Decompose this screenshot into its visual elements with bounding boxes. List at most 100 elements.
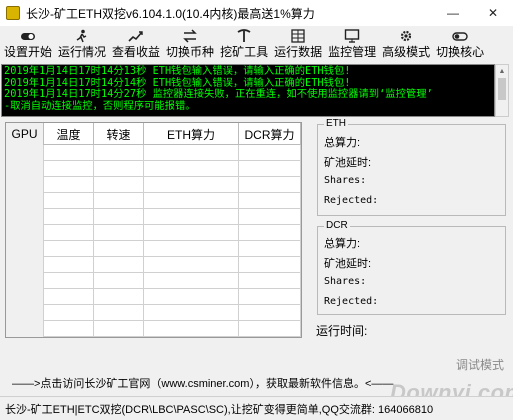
table-cell: [94, 193, 144, 209]
table-cell: [239, 241, 301, 257]
table-cell: [6, 305, 44, 321]
status-bar: 长沙-矿工ETH|ETC双挖(DCR\LBC\PASC\SC),让挖矿变得更简单…: [0, 396, 513, 420]
toolbar-item-run-status[interactable]: 运行情况: [57, 29, 107, 64]
table-cell: [239, 177, 301, 193]
table-cell: [144, 289, 239, 305]
table-cell: [94, 273, 144, 289]
scrollbar-thumb[interactable]: [498, 78, 506, 100]
table-row[interactable]: [6, 225, 301, 241]
window-controls: — ✕: [433, 0, 513, 26]
table-row[interactable]: [6, 289, 301, 305]
table-cell: [6, 241, 44, 257]
column-header-eth-hashrate[interactable]: ETH算力: [144, 123, 239, 145]
minimize-button[interactable]: —: [433, 0, 473, 26]
runner-icon: [76, 29, 87, 43]
table-cell: [94, 257, 144, 273]
grid-icon: [291, 29, 305, 43]
dcr-panel-title: DCR: [324, 219, 350, 233]
log-output[interactable]: 2019年1月14日17时14分13秒 ETH钱包输入错误，请输入正确的ETH钱…: [1, 64, 495, 117]
table-cell: [44, 241, 94, 257]
switch-icon: [452, 32, 468, 41]
log-line: 2019年1月14日17时14分27秒 监控器连接失败，正在重连，如不使用监控器…: [4, 88, 433, 100]
column-header-fan-speed[interactable]: 转速: [94, 123, 144, 145]
column-header-gpu[interactable]: GPU: [6, 123, 44, 145]
window-title: 长沙-矿工ETH双挖v6.104.1.0(10.4内核)最高送1%算力: [26, 6, 315, 21]
close-button[interactable]: ✕: [473, 0, 513, 26]
eth-stats-panel: ETH 总算力: 矿池延时: Shares: Rejected:: [317, 117, 506, 216]
debug-mode-button[interactable]: 调试模式: [456, 356, 504, 373]
minimize-icon: —: [447, 6, 459, 20]
table-cell: [6, 209, 44, 225]
table-cell: [239, 225, 301, 241]
dcr-total-hashrate-label: 总算力:: [324, 238, 361, 250]
table-cell: [6, 273, 44, 289]
toolbar-item-label: 高级模式: [382, 45, 431, 59]
table-cell: [144, 241, 239, 257]
table-cell: [94, 161, 144, 177]
toolbar-item-label: 切换币种: [166, 45, 215, 59]
table-cell: [6, 257, 44, 273]
website-link[interactable]: ——>点击访问长沙矿工官网（www.csminer.com），获取最新软件信息。…: [12, 375, 393, 391]
table-row[interactable]: [6, 209, 301, 225]
table-body: [6, 145, 301, 337]
dcr-pool-latency-label: 矿池延时:: [324, 258, 372, 270]
column-header-dcr-hashrate[interactable]: DCR算力: [239, 123, 301, 145]
app-icon: [6, 6, 20, 20]
toolbar: 设置开始 运行情况 查看收益 切换币种 挖矿工具 运行数据 监控管理 高级模式 …: [0, 26, 513, 64]
table-row[interactable]: [6, 321, 301, 337]
toolbar-item-settings-start[interactable]: 设置开始: [3, 29, 53, 64]
table-cell: [44, 257, 94, 273]
table-header: GPU 温度 转速 ETH算力 DCR算力: [6, 123, 301, 145]
table-cell: [44, 177, 94, 193]
table-cell: [144, 305, 239, 321]
column-header-temperature[interactable]: 温度: [44, 123, 94, 145]
table-row[interactable]: [6, 145, 301, 161]
table-cell: [239, 209, 301, 225]
table-cell: [6, 225, 44, 241]
toolbar-item-earnings[interactable]: 查看收益: [111, 29, 161, 64]
toolbar-item-label: 监控管理: [328, 45, 377, 59]
title-bar: 长沙-矿工ETH双挖v6.104.1.0(10.4内核)最高送1%算力 — ✕: [0, 0, 513, 26]
table-cell: [144, 177, 239, 193]
log-scrollbar[interactable]: ▲: [495, 64, 509, 117]
toolbar-item-monitor[interactable]: 监控管理: [327, 29, 377, 64]
table-cell: [239, 161, 301, 177]
table-row[interactable]: [6, 177, 301, 193]
toolbar-item-label: 运行情况: [58, 45, 107, 59]
runtime-label: 运行时间:: [316, 324, 368, 338]
table-cell: [6, 177, 44, 193]
table-cell: [239, 257, 301, 273]
table-row[interactable]: [6, 257, 301, 273]
monitor-icon: [344, 29, 360, 43]
status-text: 长沙-矿工ETH|ETC双挖(DCR\LBC\PASC\SC),让挖矿变得更简单…: [5, 403, 434, 416]
chart-icon: [128, 31, 143, 42]
table-cell: [6, 321, 44, 337]
table-cell: [44, 225, 94, 241]
table-row[interactable]: [6, 193, 301, 209]
table-cell: [44, 321, 94, 337]
table-cell: [44, 161, 94, 177]
table-cell: [94, 305, 144, 321]
table-row[interactable]: [6, 241, 301, 257]
log-line: 2019年1月14日17时14分13秒 ETH钱包输入错误，请输入正确的ETH钱…: [4, 65, 351, 77]
toolbar-item-switch-core[interactable]: 切换核心: [435, 29, 485, 64]
table-cell: [44, 289, 94, 305]
table-cell: [144, 257, 239, 273]
table-row[interactable]: [6, 305, 301, 321]
table-cell: [6, 193, 44, 209]
table-cell: [239, 273, 301, 289]
table-cell: [44, 273, 94, 289]
table-cell: [6, 145, 44, 161]
toolbar-item-mining-tools[interactable]: 挖矿工具: [219, 29, 269, 64]
table-cell: [144, 209, 239, 225]
table-cell: [44, 193, 94, 209]
toolbar-item-switch-coin[interactable]: 切换币种: [165, 29, 215, 64]
toolbar-item-advanced[interactable]: 高级模式: [381, 29, 431, 64]
table-cell: [6, 161, 44, 177]
table-cell: [144, 161, 239, 177]
table-cell: [94, 289, 144, 305]
toolbar-item-run-data[interactable]: 运行数据: [273, 29, 323, 64]
table-row[interactable]: [6, 161, 301, 177]
table-row[interactable]: [6, 273, 301, 289]
scroll-up-icon[interactable]: ▲: [496, 65, 508, 77]
